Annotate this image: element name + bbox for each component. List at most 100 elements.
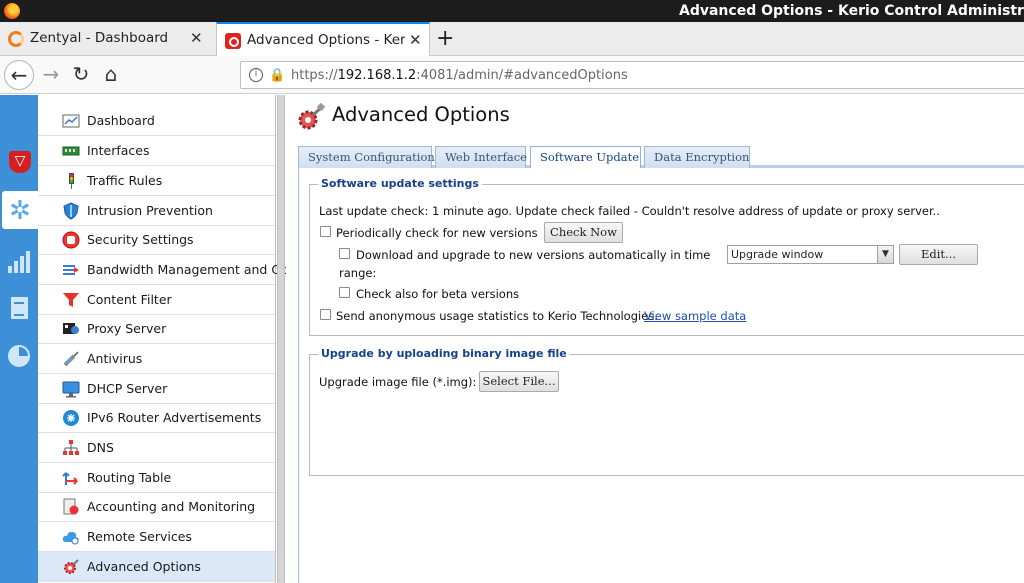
- menu-item-interfaces[interactable]: Interfaces: [38, 136, 275, 166]
- image-file-label: Upgrade image file (*.img):: [319, 375, 477, 389]
- syringe-icon: [63, 351, 79, 367]
- menu-item-dns[interactable]: DNS: [38, 433, 275, 463]
- edit-time-range-button[interactable]: Edit...: [899, 244, 978, 265]
- upload-image-fieldset: Upgrade by uploading binary image file: [309, 347, 1024, 476]
- menu-item-label: Bandwidth Management and QoS: [87, 262, 297, 277]
- logs-document-icon: [11, 297, 28, 319]
- chevron-down-icon[interactable]: ▼: [877, 246, 893, 263]
- menu-item-label: Proxy Server: [87, 321, 167, 336]
- accounting-icon: [63, 498, 79, 515]
- anonymous-stats-checkbox[interactable]: [320, 309, 331, 320]
- periodic-check-checkbox[interactable]: [320, 226, 331, 237]
- tab-label: Zentyal - Dashboard: [30, 30, 169, 46]
- periodic-check-label: Periodically check for new versions: [336, 226, 538, 240]
- menu-item-antivirus[interactable]: Antivirus: [38, 344, 275, 374]
- anonymous-stats-label: Send anonymous usage statistics to Kerio…: [336, 309, 658, 323]
- browser-tab-kerio[interactable]: Advanced Options - Kerio Control ✕: [216, 22, 430, 57]
- gears-icon: [64, 559, 79, 574]
- auto-upgrade-checkbox[interactable]: [339, 248, 350, 259]
- close-tab-icon[interactable]: ✕: [409, 31, 422, 49]
- rail-status-button[interactable]: [0, 337, 38, 375]
- address-bar[interactable]: i 🔒 https://192.168.1.2:4081/admin/#adva…: [240, 61, 1024, 89]
- bandwidth-icon: [63, 265, 79, 275]
- menu-item-security-settings[interactable]: Security Settings: [38, 225, 275, 255]
- cloud-icon: [62, 531, 79, 545]
- rail-logs-button[interactable]: [0, 291, 38, 329]
- forward-button[interactable]: →: [36, 60, 66, 90]
- rail-configuration-button[interactable]: ✲: [2, 191, 38, 229]
- home-button[interactable]: ⌂: [96, 60, 126, 90]
- reload-button[interactable]: ↻: [66, 60, 96, 90]
- menu-item-label: Advanced Options: [87, 559, 201, 574]
- statistics-bars-icon: [8, 249, 32, 273]
- menu-item-proxy-server[interactable]: Proxy Server: [38, 314, 275, 344]
- menu-item-label: Remote Services: [87, 529, 192, 544]
- tab-software-update[interactable]: Software Update: [530, 146, 641, 169]
- menu-item-label: Accounting and Monitoring: [87, 499, 256, 514]
- menu-item-label: Security Settings: [87, 232, 194, 247]
- software-update-panel: Software update settings Last update che…: [298, 168, 1024, 583]
- lock-warning-icon[interactable]: 🔒: [269, 68, 285, 83]
- status-pie-icon: [8, 345, 30, 367]
- hand-stop-icon: [62, 231, 80, 249]
- window-title: Advanced Options - Kerio Control Adminis…: [679, 3, 1024, 19]
- close-tab-icon[interactable]: ✕: [190, 29, 203, 47]
- site-info-icon[interactable]: i: [249, 68, 263, 82]
- browser-tab-zentyal[interactable]: Zentyal - Dashboard ✕: [0, 22, 212, 56]
- back-button[interactable]: ←: [4, 60, 34, 90]
- traffic-light-icon: [69, 173, 74, 189]
- section-rail: ▽ ✲: [0, 95, 38, 583]
- menu-item-label: DNS: [87, 440, 114, 455]
- fieldset-legend: Upgrade by uploading binary image file: [318, 347, 570, 360]
- menu-item-label: DHCP Server: [87, 381, 168, 396]
- zentyal-icon: [8, 31, 24, 47]
- menu-item-label: Antivirus: [87, 351, 143, 366]
- main-panel: Advanced Options System Configuration We…: [286, 95, 1024, 583]
- menu-item-accounting[interactable]: Accounting and Monitoring: [38, 492, 275, 522]
- tab-web-interface[interactable]: Web Interface: [435, 146, 527, 168]
- panel-splitter[interactable]: [277, 95, 285, 583]
- select-file-button[interactable]: Select File...: [479, 371, 559, 392]
- menu-item-dashboard[interactable]: Dashboard: [38, 106, 275, 136]
- auto-upgrade-label-cont: range:: [339, 266, 377, 280]
- navigation-toolbar: ← → ↻ ⌂ i 🔒 https://192.168.1.2:4081/adm…: [0, 56, 1024, 94]
- interfaces-icon: [62, 146, 80, 156]
- monitor-icon: [62, 381, 80, 398]
- auto-upgrade-label: Download and upgrade to new versions aut…: [356, 248, 711, 262]
- shield-icon: [63, 202, 79, 220]
- firefox-logo-icon: [4, 3, 20, 19]
- proxy-icon: [63, 323, 79, 334]
- tab-system-configuration[interactable]: System Configuration: [298, 146, 435, 168]
- new-tab-button[interactable]: +: [436, 26, 454, 51]
- menu-item-ipv6-router[interactable]: IPv6 Router Advertisements: [38, 403, 275, 433]
- view-sample-data-link[interactable]: View sample data: [644, 309, 746, 323]
- menu-item-advanced-options[interactable]: Advanced Options: [38, 552, 275, 582]
- kerio-icon: [225, 33, 241, 49]
- menu-item-intrusion-prevention[interactable]: Intrusion Prevention: [38, 196, 275, 226]
- window-titlebar: Advanced Options - Kerio Control Adminis…: [0, 0, 1024, 22]
- menu-item-routing-table[interactable]: Routing Table: [38, 463, 275, 493]
- upgrade-window-select[interactable]: Upgrade window ▼: [727, 245, 894, 264]
- menu-item-dhcp-server[interactable]: DHCP Server: [38, 374, 275, 404]
- settings-gear-icon: ✲: [9, 196, 31, 226]
- menu-item-content-filter[interactable]: Content Filter: [38, 285, 275, 315]
- menu-item-remote-services[interactable]: Remote Services: [38, 522, 275, 552]
- beta-versions-checkbox[interactable]: [339, 287, 350, 298]
- menu-item-label: Traffic Rules: [87, 173, 163, 188]
- menu-item-traffic-rules[interactable]: Traffic Rules: [38, 166, 275, 196]
- menu-item-label: Content Filter: [87, 292, 172, 307]
- rail-statistics-button[interactable]: [0, 243, 38, 281]
- menu-item-label: Routing Table: [87, 470, 172, 485]
- menu-item-bandwidth[interactable]: Bandwidth Management and QoS: [38, 255, 297, 285]
- dns-tree-icon: [63, 440, 79, 455]
- menu-item-label: IPv6 Router Advertisements: [87, 410, 262, 425]
- tab-label: Advanced Options - Kerio Control: [247, 32, 405, 48]
- url-text[interactable]: https://192.168.1.2:4081/admin/#advanced…: [291, 68, 628, 83]
- beta-versions-label: Check also for beta versions: [356, 287, 520, 301]
- rail-security-button[interactable]: ▽: [0, 142, 38, 180]
- menu-item-label: Intrusion Prevention: [87, 203, 213, 218]
- check-now-button[interactable]: Check Now: [544, 222, 623, 243]
- tab-data-encryption[interactable]: Data Encryption: [644, 146, 750, 168]
- configuration-menu: Dashboard Interfaces Traffic Rules Intru…: [38, 95, 297, 583]
- shield-icon: ▽: [9, 151, 31, 173]
